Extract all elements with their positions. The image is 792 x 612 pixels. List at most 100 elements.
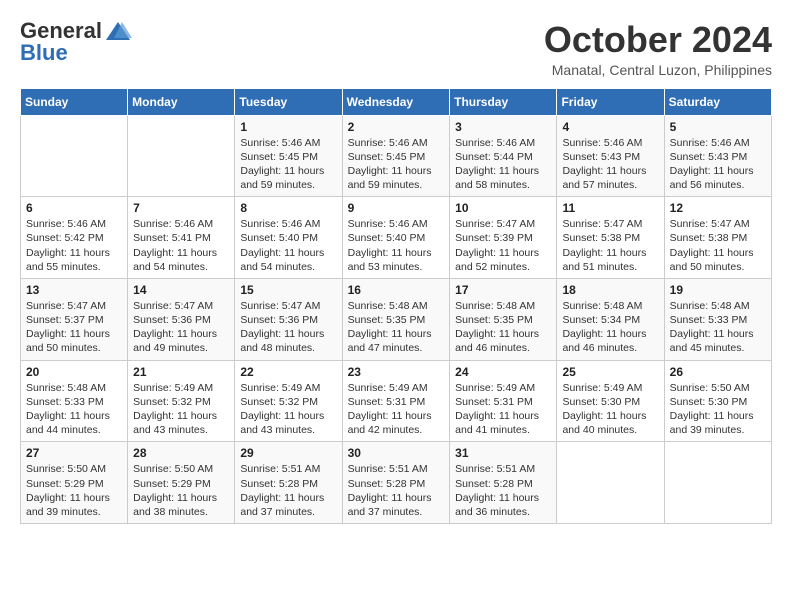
day-number: 17 — [455, 283, 551, 297]
cell-detail: Sunrise: 5:51 AMSunset: 5:28 PMDaylight:… — [348, 462, 445, 519]
cell-detail: Sunrise: 5:47 AMSunset: 5:38 PMDaylight:… — [670, 217, 766, 274]
day-number: 11 — [562, 201, 658, 215]
calendar-cell: 21 Sunrise: 5:49 AMSunset: 5:32 PMDayligh… — [128, 360, 235, 442]
cell-detail: Sunrise: 5:46 AMSunset: 5:40 PMDaylight:… — [348, 217, 445, 274]
calendar-table: SundayMondayTuesdayWednesdayThursdayFrid… — [20, 88, 772, 524]
cell-detail: Sunrise: 5:46 AMSunset: 5:42 PMDaylight:… — [26, 217, 122, 274]
cell-detail: Sunrise: 5:48 AMSunset: 5:35 PMDaylight:… — [455, 299, 551, 356]
calendar-cell: 29 Sunrise: 5:51 AMSunset: 5:28 PMDayligh… — [235, 442, 342, 524]
calendar-week-5: 27 Sunrise: 5:50 AMSunset: 5:29 PMDayligh… — [21, 442, 772, 524]
location-subtitle: Manatal, Central Luzon, Philippines — [544, 62, 772, 78]
day-number: 10 — [455, 201, 551, 215]
cell-detail: Sunrise: 5:49 AMSunset: 5:32 PMDaylight:… — [240, 381, 336, 438]
calendar-cell: 25Sunrise: 5:49 AMSunset: 5:30 PMDayligh… — [557, 360, 664, 442]
day-number: 14 — [133, 283, 229, 297]
calendar-cell: 28 Sunrise: 5:50 AMSunset: 5:29 PMDayligh… — [128, 442, 235, 524]
cell-detail: Sunrise: 5:48 AMSunset: 5:35 PMDaylight:… — [348, 299, 445, 356]
calendar-cell — [557, 442, 664, 524]
day-number: 28 — [133, 446, 229, 460]
calendar-cell: 8 Sunrise: 5:46 AMSunset: 5:40 PMDaylight… — [235, 197, 342, 279]
day-number: 16 — [348, 283, 445, 297]
cell-detail: Sunrise: 5:50 AMSunset: 5:30 PMDaylight:… — [670, 381, 766, 438]
day-number: 24 — [455, 365, 551, 379]
cell-detail: Sunrise: 5:46 AMSunset: 5:40 PMDaylight:… — [240, 217, 336, 274]
calendar-week-2: 6 Sunrise: 5:46 AMSunset: 5:42 PMDaylight… — [21, 197, 772, 279]
weekday-header-friday: Friday — [557, 88, 664, 115]
calendar-cell: 7Sunrise: 5:46 AMSunset: 5:41 PMDaylight… — [128, 197, 235, 279]
calendar-cell: 27 Sunrise: 5:50 AMSunset: 5:29 PMDayligh… — [21, 442, 128, 524]
day-number: 6 — [26, 201, 122, 215]
calendar-cell: 6 Sunrise: 5:46 AMSunset: 5:42 PMDaylight… — [21, 197, 128, 279]
logo: General Blue — [20, 20, 132, 66]
cell-detail: Sunrise: 5:46 AMSunset: 5:45 PMDaylight:… — [348, 136, 445, 193]
day-number: 2 — [348, 120, 445, 134]
cell-detail: Sunrise: 5:51 AMSunset: 5:28 PMDaylight:… — [240, 462, 336, 519]
calendar-cell: 2 Sunrise: 5:46 AMSunset: 5:45 PMDaylight… — [342, 115, 450, 197]
day-number: 20 — [26, 365, 122, 379]
day-number: 19 — [670, 283, 766, 297]
day-number: 21 — [133, 365, 229, 379]
cell-detail: Sunrise: 5:49 AMSunset: 5:32 PMDaylight:… — [133, 381, 229, 438]
cell-detail: Sunrise: 5:47 AMSunset: 5:39 PMDaylight:… — [455, 217, 551, 274]
calendar-cell: 4 Sunrise: 5:46 AMSunset: 5:43 PMDaylight… — [557, 115, 664, 197]
calendar-cell: 5 Sunrise: 5:46 AMSunset: 5:43 PMDaylight… — [664, 115, 771, 197]
title-block: October 2024 Manatal, Central Luzon, Phi… — [544, 20, 772, 78]
day-number: 5 — [670, 120, 766, 134]
day-number: 4 — [562, 120, 658, 134]
day-number: 22 — [240, 365, 336, 379]
calendar-cell: 16 Sunrise: 5:48 AMSunset: 5:35 PMDayligh… — [342, 278, 450, 360]
weekday-header-thursday: Thursday — [450, 88, 557, 115]
weekday-header-tuesday: Tuesday — [235, 88, 342, 115]
day-number: 9 — [348, 201, 445, 215]
calendar-cell: 10 Sunrise: 5:47 AMSunset: 5:39 PMDayligh… — [450, 197, 557, 279]
logo-icon — [104, 20, 132, 42]
cell-detail: Sunrise: 5:50 AMSunset: 5:29 PMDaylight:… — [133, 462, 229, 519]
cell-detail: Sunrise: 5:47 AMSunset: 5:38 PMDaylight:… — [562, 217, 658, 274]
calendar-week-4: 20 Sunrise: 5:48 AMSunset: 5:33 PMDayligh… — [21, 360, 772, 442]
calendar-cell: 3Sunrise: 5:46 AMSunset: 5:44 PMDaylight… — [450, 115, 557, 197]
day-number: 18 — [562, 283, 658, 297]
cell-detail: Sunrise: 5:48 AMSunset: 5:34 PMDaylight:… — [562, 299, 658, 356]
page-header: General Blue October 2024 Manatal, Centr… — [20, 20, 772, 78]
cell-detail: Sunrise: 5:46 AMSunset: 5:43 PMDaylight:… — [670, 136, 766, 193]
cell-detail: Sunrise: 5:51 AMSunset: 5:28 PMDaylight:… — [455, 462, 551, 519]
calendar-cell: 19 Sunrise: 5:48 AMSunset: 5:33 PMDayligh… — [664, 278, 771, 360]
calendar-cell: 18 Sunrise: 5:48 AMSunset: 5:34 PMDayligh… — [557, 278, 664, 360]
weekday-header-monday: Monday — [128, 88, 235, 115]
day-number: 23 — [348, 365, 445, 379]
calendar-cell: 11 Sunrise: 5:47 AMSunset: 5:38 PMDayligh… — [557, 197, 664, 279]
month-title: October 2024 — [544, 20, 772, 60]
day-number: 27 — [26, 446, 122, 460]
day-number: 12 — [670, 201, 766, 215]
day-number: 3 — [455, 120, 551, 134]
cell-detail: Sunrise: 5:48 AMSunset: 5:33 PMDaylight:… — [670, 299, 766, 356]
cell-detail: Sunrise: 5:47 AMSunset: 5:36 PMDaylight:… — [133, 299, 229, 356]
calendar-cell: 22 Sunrise: 5:49 AMSunset: 5:32 PMDayligh… — [235, 360, 342, 442]
cell-detail: Sunrise: 5:49 AMSunset: 5:31 PMDaylight:… — [348, 381, 445, 438]
calendar-cell: 31 Sunrise: 5:51 AMSunset: 5:28 PMDayligh… — [450, 442, 557, 524]
weekday-header-sunday: Sunday — [21, 88, 128, 115]
calendar-cell — [128, 115, 235, 197]
day-number: 29 — [240, 446, 336, 460]
weekday-header-saturday: Saturday — [664, 88, 771, 115]
calendar-cell: 1Sunrise: 5:46 AMSunset: 5:45 PMDaylight… — [235, 115, 342, 197]
cell-detail: Sunrise: 5:48 AMSunset: 5:33 PMDaylight:… — [26, 381, 122, 438]
weekday-header-wednesday: Wednesday — [342, 88, 450, 115]
calendar-week-3: 13Sunrise: 5:47 AMSunset: 5:37 PMDayligh… — [21, 278, 772, 360]
cell-detail: Sunrise: 5:49 AMSunset: 5:30 PMDaylight:… — [562, 381, 658, 438]
cell-detail: Sunrise: 5:47 AMSunset: 5:36 PMDaylight:… — [240, 299, 336, 356]
cell-detail: Sunrise: 5:49 AMSunset: 5:31 PMDaylight:… — [455, 381, 551, 438]
calendar-cell: 20 Sunrise: 5:48 AMSunset: 5:33 PMDayligh… — [21, 360, 128, 442]
cell-detail: Sunrise: 5:50 AMSunset: 5:29 PMDaylight:… — [26, 462, 122, 519]
cell-detail: Sunrise: 5:46 AMSunset: 5:43 PMDaylight:… — [562, 136, 658, 193]
calendar-cell: 9 Sunrise: 5:46 AMSunset: 5:40 PMDaylight… — [342, 197, 450, 279]
day-number: 13 — [26, 283, 122, 297]
calendar-cell: 30Sunrise: 5:51 AMSunset: 5:28 PMDayligh… — [342, 442, 450, 524]
logo-blue-text: Blue — [20, 40, 68, 66]
calendar-cell: 15Sunrise: 5:47 AMSunset: 5:36 PMDayligh… — [235, 278, 342, 360]
day-number: 31 — [455, 446, 551, 460]
calendar-cell: 23 Sunrise: 5:49 AMSunset: 5:31 PMDayligh… — [342, 360, 450, 442]
calendar-cell: 14 Sunrise: 5:47 AMSunset: 5:36 PMDayligh… — [128, 278, 235, 360]
calendar-cell — [664, 442, 771, 524]
day-number: 8 — [240, 201, 336, 215]
